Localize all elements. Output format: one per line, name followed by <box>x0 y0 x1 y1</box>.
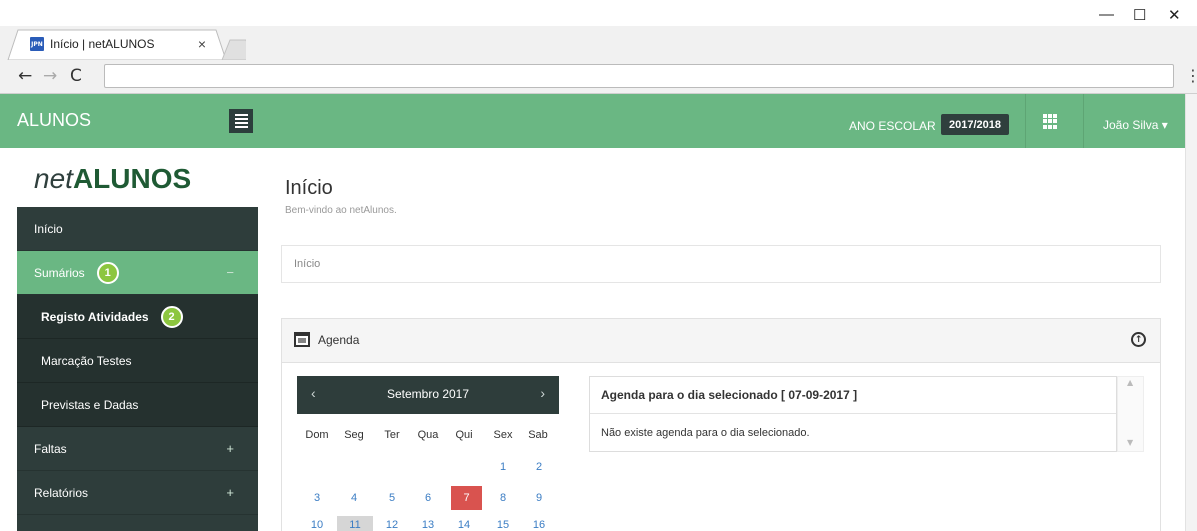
weekday-label: Qui <box>455 429 473 441</box>
page-scrollbar[interactable] <box>1185 94 1197 531</box>
sidebar-item-faltas[interactable]: Faltas + <box>17 427 258 471</box>
calendar-icon <box>294 332 310 347</box>
agenda-empty-message: Não existe agenda para o dia selecionado… <box>601 427 810 439</box>
calendar-day[interactable]: 16 <box>526 516 552 531</box>
calendar-day[interactable]: 2 <box>526 455 552 479</box>
topbar-divider <box>1025 94 1026 148</box>
weekday-label: Sex <box>493 429 513 441</box>
calendar-day-today[interactable]: 11 <box>337 516 373 531</box>
calendar-day[interactable]: 14 <box>451 516 477 531</box>
weekday-label: Ter <box>384 429 400 441</box>
step-badge: 1 <box>96 261 119 284</box>
calendar-day[interactable]: 10 <box>304 516 330 531</box>
forward-icon[interactable]: → <box>43 66 57 86</box>
reload-icon[interactable]: C <box>70 66 82 86</box>
calendar-day[interactable]: 1 <box>490 455 516 479</box>
calendar-day[interactable]: 4 <box>341 486 367 510</box>
sidebar-item-relatorios[interactable]: Relatórios + <box>17 471 258 515</box>
sidebar-item-label: Relatórios <box>34 485 89 500</box>
breadcrumb-item[interactable]: Início <box>294 258 320 270</box>
apps-grid-icon[interactable] <box>1043 114 1058 129</box>
calendar-day[interactable]: 15 <box>490 516 516 531</box>
app-brand[interactable]: ALUNOS <box>17 110 91 131</box>
sidebar-item-registo-atividades[interactable]: Registo Atividades 2 <box>17 295 258 339</box>
agenda-panel-header <box>281 318 1161 363</box>
calendar-header: ‹ Setembro 2017 › <box>297 376 559 414</box>
calendar-day[interactable]: 12 <box>379 516 405 531</box>
breadcrumb: Início <box>281 245 1161 283</box>
tab-strip <box>0 0 1197 26</box>
weekday-label: Sab <box>528 429 548 441</box>
calendar-day[interactable]: 5 <box>379 486 405 510</box>
agenda-list-header: Agenda para o dia selecionado [ 07-09-20… <box>601 388 858 402</box>
app-logo: netALUNOS <box>34 163 191 195</box>
back-icon[interactable]: ← <box>18 66 32 86</box>
favicon-icon: JPN <box>30 37 44 51</box>
sidebar-toggle-icon[interactable] <box>229 109 253 133</box>
calendar-day[interactable]: 6 <box>415 486 441 510</box>
address-bar[interactable] <box>104 64 1174 88</box>
calendar-day-selected[interactable]: 7 <box>451 486 482 510</box>
tab-title: Início | netALUNOS <box>50 37 155 51</box>
minimize-button[interactable]: — <box>1099 6 1114 23</box>
calendar-day[interactable]: 13 <box>415 516 441 531</box>
expand-icon: + <box>226 485 234 500</box>
sidebar-item-label: Marcação Testes <box>41 353 132 368</box>
tab-active[interactable]: JPN Início | netALUNOS × <box>22 30 212 58</box>
collapse-panel-icon[interactable]: ↑ <box>1131 332 1146 347</box>
step-badge: 2 <box>160 305 183 328</box>
topbar-divider <box>1083 94 1084 148</box>
scroll-up-icon[interactable]: ▲ <box>1127 378 1133 387</box>
calendar-day[interactable]: 3 <box>304 486 330 510</box>
calendar-day[interactable]: 8 <box>490 486 516 510</box>
sidebar-item-sumarios[interactable]: Sumários 1 − <box>17 251 258 295</box>
logo-alunos: ALUNOS <box>72 163 192 194</box>
maximize-button[interactable]: ☐ <box>1133 6 1146 24</box>
sidebar-item-label: Faltas <box>34 441 67 456</box>
school-year-badge[interactable]: 2017/2018 <box>941 114 1009 135</box>
sidebar-item-label: Sumários <box>34 265 85 280</box>
sidebar-item-label: Registo Atividades <box>41 309 149 324</box>
weekday-label: Qua <box>417 429 439 441</box>
calendar-day[interactable]: 9 <box>526 486 552 510</box>
logo-net: net <box>34 163 73 194</box>
sidebar-item-marcacao-testes[interactable]: Marcação Testes <box>17 339 258 383</box>
browser-menu-icon[interactable]: ⋮ <box>1185 66 1197 85</box>
close-window-button[interactable]: ✕ <box>1168 6 1181 24</box>
user-menu[interactable]: João Silva ▾ <box>1103 118 1168 132</box>
calendar-month: Setembro 2017 <box>386 387 470 401</box>
tab-close-icon[interactable]: × <box>198 36 206 52</box>
weekday-label: Seg <box>344 429 364 441</box>
agenda-panel-title: Agenda <box>318 333 360 347</box>
sidebar-item-label: Previstas e Dadas <box>41 397 139 412</box>
weekday-label: Dom <box>305 429 329 441</box>
sidebar-item-previstas-dadas[interactable]: Previstas e Dadas <box>17 383 258 427</box>
expand-icon: + <box>226 441 234 456</box>
school-year-label: ANO ESCOLAR <box>849 119 936 133</box>
sidebar-item-inicio[interactable]: Início <box>17 207 258 251</box>
next-month-icon[interactable]: › <box>540 385 545 401</box>
page-title: Início <box>285 177 333 199</box>
scroll-down-icon[interactable]: ▼ <box>1127 438 1133 447</box>
sidebar-item-label: Início <box>34 221 63 236</box>
collapse-icon: − <box>226 265 234 280</box>
page-subtitle: Bem-vindo ao netAlunos. <box>285 205 397 216</box>
divider <box>590 413 1116 414</box>
